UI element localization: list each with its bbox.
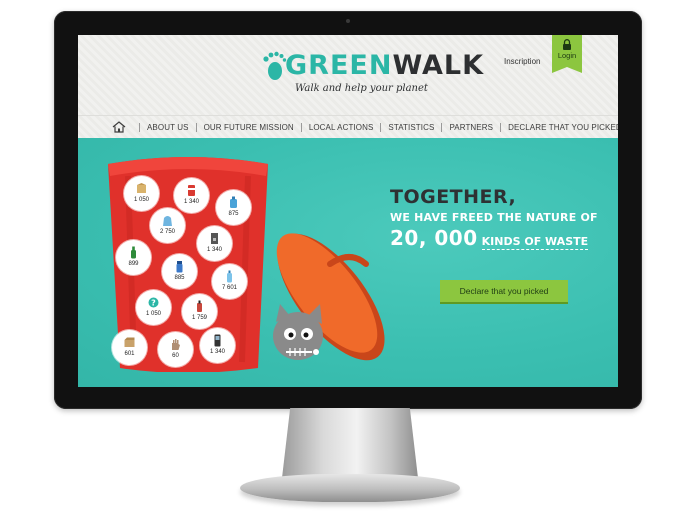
waste-counter[interactable]: 1 340 (202, 330, 233, 361)
counter-value: 1 340 (206, 247, 222, 253)
waste-counter[interactable]: 885 (164, 256, 195, 287)
nav-divider (139, 122, 140, 132)
nav-divider (195, 122, 197, 132)
counter-value: 1 050 (133, 197, 149, 203)
headline-suffix: KINDS OF WASTE (481, 235, 589, 250)
headline-line-2: WE HAVE FREED THE NATURE OF (390, 211, 598, 224)
waste-counter[interactable]: 601 (114, 332, 145, 363)
spray-bottle-icon (176, 261, 183, 273)
site-header: GREENWALK Walk and help your planet Insc… (78, 35, 618, 115)
nav-item-about-us[interactable]: ABOUT US (147, 123, 189, 132)
coffee-machine-icon (211, 233, 218, 244)
green-bottle-icon (131, 246, 136, 259)
logo[interactable]: GREENWALK Walk and help your planet (261, 49, 483, 101)
counter-value: 601 (124, 351, 135, 357)
website-screen: GREENWALK Walk and help your planet Insc… (78, 35, 618, 387)
water-jug-icon (230, 196, 237, 208)
login-button[interactable]: Login (552, 35, 582, 73)
counter-value: 875 (228, 211, 239, 217)
counter-value: 1 340 (183, 199, 199, 205)
nav-item-local-actions[interactable]: LOCAL ACTIONS (309, 123, 374, 132)
counter-value: 899 (128, 261, 139, 267)
nav-item-declare[interactable]: DECLARE THAT YOU PICKED (508, 123, 618, 132)
nav-divider (500, 122, 502, 132)
cat-illustration (273, 304, 323, 360)
hero-banner: 1 050 1 340 875 2 750 1 340 899 885 7 60… (78, 138, 618, 387)
logo-walk-text: WALK (392, 50, 485, 81)
inscription-link[interactable]: Inscription (504, 57, 540, 66)
main-nav: ABOUT US OUR FUTURE MISSION LOCAL ACTION… (78, 115, 618, 139)
waste-counter[interactable]: 60 (160, 334, 191, 365)
nav-divider (300, 122, 302, 132)
counter-value: 2 750 (159, 229, 175, 235)
waste-counter[interactable]: ? 1 050 (138, 292, 169, 323)
declare-picked-button[interactable]: Declare that you picked (440, 280, 568, 302)
nav-divider (380, 122, 382, 132)
monitor-bezel: GREENWALK Walk and help your planet Insc… (54, 11, 642, 409)
stage: GREENWALK Walk and help your planet Insc… (0, 0, 700, 518)
logo-title: GREENWALK (285, 49, 484, 83)
cardboard-box-icon (137, 183, 146, 193)
home-icon[interactable] (112, 121, 126, 133)
counter-value: 1 759 (191, 315, 207, 321)
can-icon (188, 185, 195, 196)
counter-value: 7 601 (221, 285, 237, 291)
plastic-bag-icon (163, 216, 172, 226)
waste-counter[interactable]: 2 750 (152, 210, 183, 241)
waste-counter[interactable]: 1 050 (126, 178, 157, 209)
waste-count: 20, 000 (390, 226, 478, 250)
question-icon: ? (148, 297, 159, 308)
login-label: Login (557, 51, 577, 60)
logo-tagline: Walk and help your planet (295, 83, 428, 94)
counter-value: 60 (172, 353, 179, 359)
tube-icon (197, 300, 202, 312)
waste-counter[interactable]: 1 759 (184, 296, 215, 327)
nav-items: ABOUT US OUR FUTURE MISSION LOCAL ACTION… (112, 116, 618, 138)
waste-counter[interactable]: 1 340 (199, 228, 230, 259)
camera-dot (346, 19, 350, 23)
cardboard-icon (124, 337, 135, 347)
monitor-stand-neck (282, 408, 418, 478)
monitor-stand-base (240, 474, 460, 502)
nav-item-future-mission[interactable]: OUR FUTURE MISSION (204, 123, 294, 132)
counter-value: 1 050 (145, 311, 161, 317)
waste-counter[interactable]: 899 (118, 242, 149, 273)
svg-text:?: ? (151, 298, 156, 307)
hero-headline: TOGETHER, WE HAVE FREED THE NATURE OF 20… (390, 186, 598, 250)
headline-line-3: 20, 000 KINDS OF WASTE (390, 226, 598, 250)
nav-divider (441, 122, 443, 132)
glove-icon (172, 339, 180, 350)
logo-green-text: GREEN (285, 50, 393, 81)
counter-value: 1 340 (209, 349, 225, 355)
counter-value: 885 (174, 275, 185, 281)
plastic-bottle-icon (227, 270, 232, 283)
waste-counter[interactable]: 7 601 (214, 266, 245, 297)
headline-line-1: TOGETHER, (390, 186, 517, 208)
phone-icon (214, 334, 221, 347)
nav-item-statistics[interactable]: STATISTICS (388, 123, 434, 132)
lock-icon (563, 39, 571, 50)
waste-counter[interactable]: 875 (218, 192, 249, 223)
nav-item-partners[interactable]: PARTNERS (449, 123, 493, 132)
footprint-icon (263, 51, 287, 80)
waste-counter[interactable]: 1 340 (176, 180, 207, 211)
